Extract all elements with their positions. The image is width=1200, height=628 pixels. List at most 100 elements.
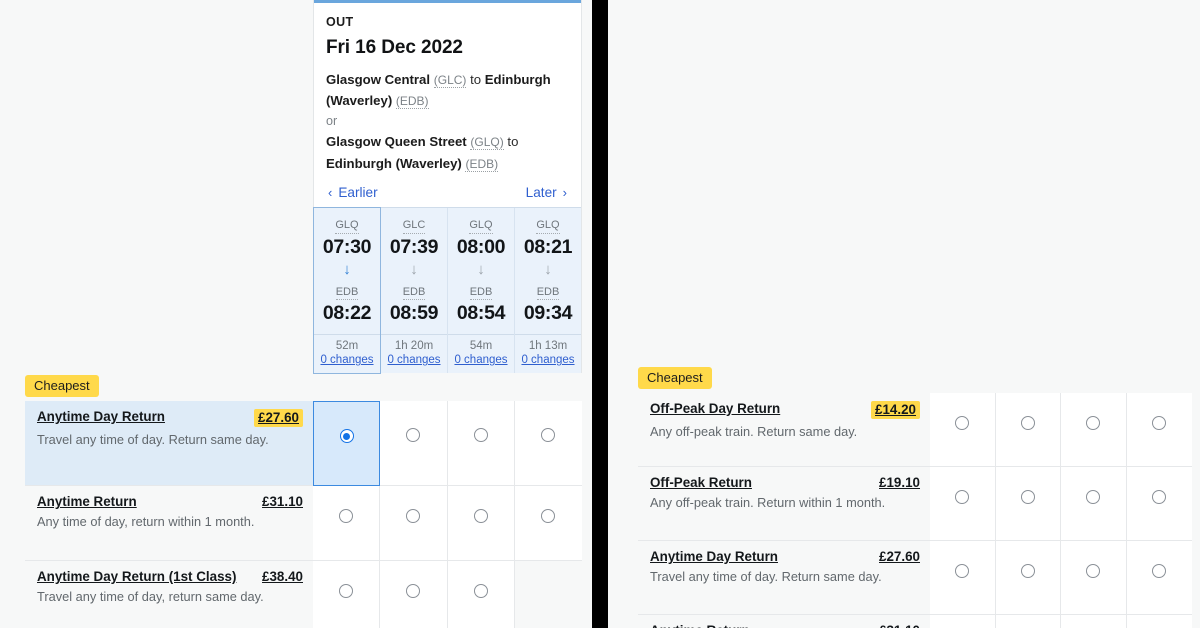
fare-row: Off-Peak Return £19.10 Any off-peak train.… — [638, 467, 930, 541]
changes-link[interactable]: 0 changes — [381, 354, 447, 366]
radio-cell[interactable] — [447, 486, 515, 561]
radio-button[interactable] — [955, 416, 970, 430]
fare-price[interactable]: £14.20 — [871, 401, 920, 419]
changes-link[interactable]: 0 changes — [515, 354, 581, 366]
destination-crs-code: EDB — [469, 286, 493, 301]
radio-button[interactable] — [1152, 416, 1167, 430]
radio-button[interactable] — [541, 509, 556, 523]
dest-station-b: Edinburgh (Waverley) — [326, 155, 462, 171]
radio-cell[interactable] — [313, 486, 381, 561]
radio-cell[interactable] — [995, 467, 1061, 541]
radio-cell[interactable] — [930, 393, 996, 467]
radio-button[interactable] — [406, 428, 421, 442]
fare-price[interactable]: £31.10 — [262, 494, 303, 509]
fares-section-left: Cheapest Anytime Day Return £27.60 Travel a… — [0, 375, 592, 628]
radio-cell[interactable] — [1061, 467, 1127, 541]
radio-cell[interactable] — [1061, 615, 1127, 628]
arrow-down-icon: ↓ — [343, 261, 351, 279]
changes-link[interactable]: 0 changes — [314, 354, 380, 366]
radio-button[interactable] — [473, 584, 488, 598]
radio-button[interactable] — [473, 509, 488, 523]
radio-button[interactable] — [955, 564, 970, 578]
radio-button[interactable] — [339, 509, 354, 523]
route-primary: Glasgow Central (GLC) to Edinburgh (Wave… — [326, 69, 569, 112]
departures-grid-left: GLQ 07:30 ↓ EDB 08:22 52m 0 changes GLC 07:39 ↓ ED… — [313, 207, 581, 375]
fare-matrix: Anytime Day Return £27.60 Travel any time … — [0, 401, 592, 628]
radio-cell[interactable] — [930, 615, 996, 628]
radio-cell[interactable] — [1126, 467, 1192, 541]
fare-name-link[interactable]: Anytime Return — [37, 494, 137, 509]
fare-price[interactable]: £38.40 — [262, 569, 303, 584]
origin-b-crs-code: (GLQ) — [470, 135, 504, 151]
panel-divider — [592, 0, 608, 628]
radio-button[interactable] — [1020, 416, 1035, 430]
later-label: Later — [525, 185, 557, 201]
journey-date: Fri 16 Dec 2022 — [326, 37, 463, 58]
fare-name-link[interactable]: Off-Peak Day Return — [650, 401, 780, 416]
radio-button[interactable] — [1020, 564, 1035, 578]
radio-cell[interactable] — [1126, 615, 1192, 628]
fare-price[interactable]: £31.10 — [879, 623, 920, 628]
radio-button[interactable] — [1086, 490, 1101, 504]
radio-cell[interactable] — [514, 486, 582, 561]
radio-button[interactable] — [339, 584, 354, 598]
arrow-down-icon: ↓ — [477, 261, 485, 279]
radio-cell[interactable] — [313, 401, 381, 486]
right-screenshot-half: OUT Fri 16 Dec 2022 Glasgow Central (GLC… — [608, 0, 1200, 628]
radio-button[interactable] — [1086, 564, 1101, 578]
departure-option[interactable]: GLC 07:39 ↓ EDB 08:59 1h 20m 0 changes — [381, 208, 448, 374]
radio-cell[interactable] — [1061, 541, 1127, 615]
later-button[interactable]: Later › — [526, 185, 567, 200]
departure-option[interactable]: GLQ 08:00 ↓ EDB 08:54 54m 0 changes — [448, 208, 515, 374]
radio-button[interactable] — [1152, 490, 1167, 504]
radio-cell[interactable] — [447, 401, 515, 486]
fare-price[interactable]: £27.60 — [879, 549, 920, 564]
radio-cell[interactable] — [1126, 393, 1192, 467]
radio-button[interactable] — [1086, 416, 1101, 430]
radio-button[interactable] — [541, 428, 556, 442]
radio-cell[interactable] — [313, 561, 381, 628]
fare-name-link[interactable]: Anytime Day Return — [37, 409, 165, 424]
radio-row — [930, 615, 1192, 628]
radio-button[interactable] — [473, 428, 488, 442]
radio-cell[interactable] — [380, 486, 448, 561]
radio-cell[interactable] — [514, 401, 582, 486]
time-navigation: ‹ Earlier Later › — [326, 179, 569, 207]
journey-duration: 54m — [469, 340, 493, 353]
fare-name-link[interactable]: Anytime Day Return (1st Class) — [37, 569, 236, 584]
radio-cell[interactable] — [380, 401, 448, 486]
departure-option[interactable]: GLQ 07:30 ↓ EDB 08:22 52m 0 changes — [313, 207, 381, 375]
fare-price[interactable]: £19.10 — [879, 475, 920, 490]
route-alternate: Glasgow Queen Street (GLQ) to Edinburgh … — [326, 131, 569, 174]
dest-a-crs-code: (EDB) — [395, 94, 429, 110]
chevron-left-icon: ‹ — [328, 185, 333, 201]
fare-header: Anytime Day Return £27.60 — [650, 549, 920, 564]
radio-button[interactable] — [1152, 564, 1167, 578]
radio-button-selected[interactable] — [339, 429, 354, 443]
radio-cell[interactable] — [995, 615, 1061, 628]
fare-name-link[interactable]: Off-Peak Return — [650, 475, 752, 490]
radio-cell[interactable] — [1126, 541, 1192, 615]
fare-price[interactable]: £27.60 — [254, 409, 303, 427]
radio-cell[interactable] — [1061, 393, 1127, 467]
changes-link[interactable]: 0 changes — [448, 354, 514, 366]
radio-row — [930, 393, 1192, 467]
departure-time: 08:21 — [523, 236, 573, 259]
fare-name-link[interactable]: Anytime Return — [650, 623, 750, 628]
fare-name-link[interactable]: Anytime Day Return — [650, 549, 778, 564]
radio-cell[interactable] — [447, 561, 515, 628]
radio-cell[interactable] — [930, 541, 996, 615]
radio-cell[interactable] — [380, 561, 448, 628]
radio-cell[interactable] — [930, 467, 996, 541]
radio-button[interactable] — [955, 490, 970, 504]
fare-header: Off-Peak Day Return £14.20 — [650, 401, 920, 419]
departure-option[interactable]: GLQ 08:21 ↓ EDB 09:34 1h 13m 0 changes — [515, 208, 581, 373]
radio-cell[interactable] — [995, 393, 1061, 467]
radio-button[interactable] — [406, 584, 421, 598]
radio-button[interactable] — [406, 509, 421, 523]
radio-cell[interactable] — [995, 541, 1061, 615]
origin-crs-code: GLC — [402, 219, 426, 235]
earlier-button[interactable]: ‹ Earlier — [328, 185, 378, 200]
departure-times: GLC 07:39 ↓ EDB 08:59 — [381, 208, 447, 334]
radio-button[interactable] — [1020, 490, 1035, 504]
